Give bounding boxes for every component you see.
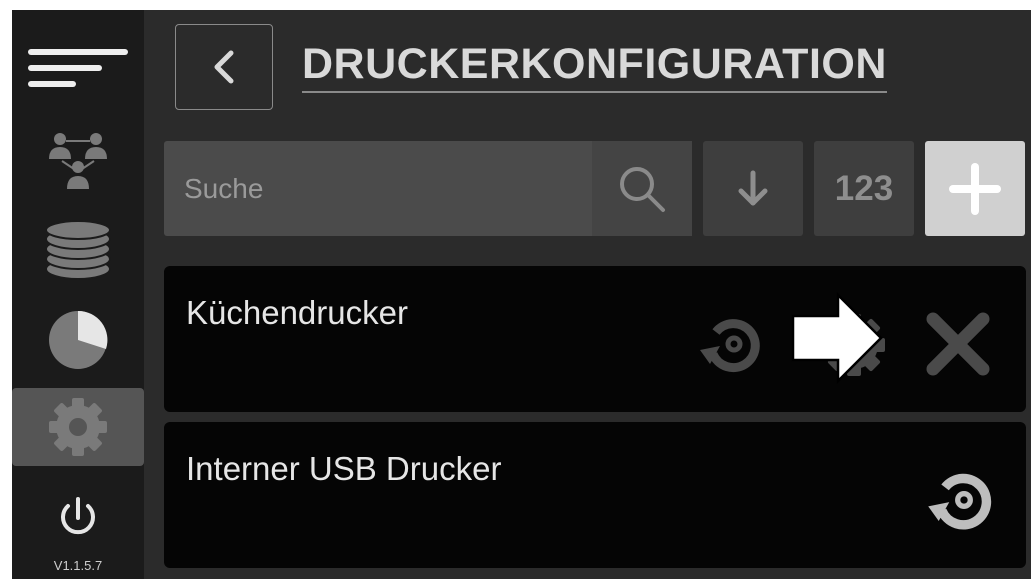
- page-title: DRUCKERKONFIGURATION: [302, 40, 887, 93]
- back-button[interactable]: [175, 24, 273, 110]
- refresh-icon: [928, 473, 992, 530]
- printer-row[interactable]: Küchendrucker: [164, 266, 1026, 412]
- sort-button[interactable]: [703, 141, 803, 236]
- reset-button[interactable]: [924, 460, 1004, 540]
- users-network-icon: [49, 133, 107, 189]
- version-label: V1.1.5.7: [53, 558, 103, 573]
- numbering-button[interactable]: 123: [814, 141, 914, 236]
- database-icon: [45, 220, 111, 280]
- gear-icon: [49, 398, 107, 456]
- search-bar: [164, 140, 692, 237]
- printer-name: Interner USB Drucker: [186, 450, 502, 487]
- search-icon: [620, 166, 665, 212]
- sidebar-item-database[interactable]: [12, 215, 144, 285]
- delete-button[interactable]: [920, 306, 996, 382]
- plus-icon: [949, 162, 1001, 215]
- add-printer-button[interactable]: [925, 141, 1025, 236]
- search-input[interactable]: [164, 140, 592, 237]
- arrow-down-icon: [738, 170, 768, 205]
- sidebar-item-users[interactable]: [12, 128, 144, 198]
- search-button[interactable]: [592, 141, 692, 236]
- reset-button[interactable]: [696, 306, 772, 382]
- pie-chart-icon: [49, 310, 108, 369]
- settings-button[interactable]: [819, 310, 889, 380]
- refresh-icon: [700, 319, 760, 373]
- power-button[interactable]: [12, 488, 144, 548]
- printer-row[interactable]: Interner USB Drucker: [164, 422, 1026, 568]
- gear-icon: [823, 314, 885, 376]
- printer-name: Küchendrucker: [186, 294, 408, 331]
- chevron-left-icon: [214, 50, 234, 84]
- menu-button[interactable]: [12, 38, 144, 98]
- numbering-label: 123: [834, 168, 894, 208]
- power-icon: [61, 497, 95, 535]
- menu-icon: [28, 49, 128, 87]
- sidebar: V1.1.5.7: [12, 10, 144, 579]
- close-icon: [926, 312, 990, 376]
- app-frame: V1.1.5.7 DRUCKERKONFIGURATION 123: [12, 10, 1031, 579]
- sidebar-item-settings[interactable]: [12, 388, 144, 466]
- sidebar-item-statistics[interactable]: [12, 305, 144, 375]
